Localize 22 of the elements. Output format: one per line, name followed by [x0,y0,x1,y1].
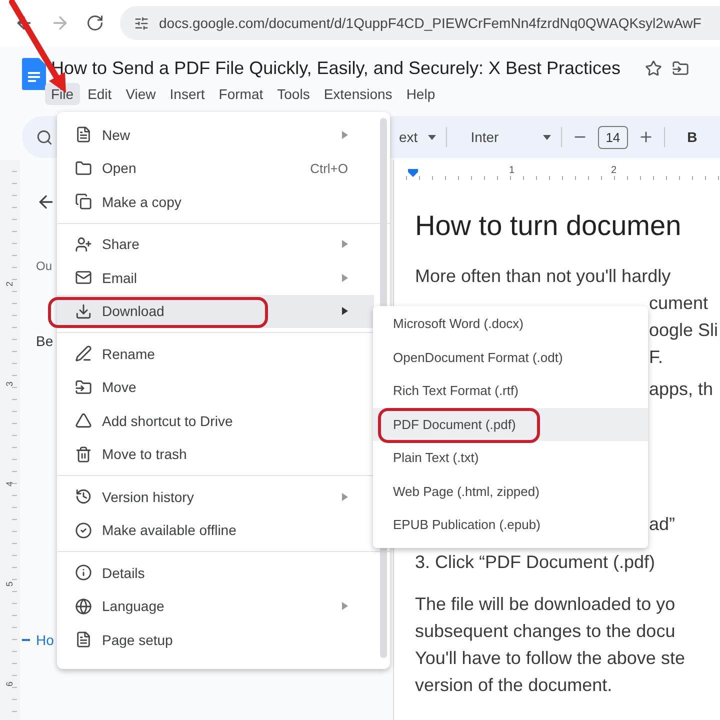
body-text-line: oogle Sli [649,319,718,342]
body-text-line: You'll have to follow the above ste [415,647,685,670]
body-text-line: 3. Click “PDF Document (.pdf) [415,551,656,574]
body-text-line: version of the document. [415,674,612,697]
ruler-number: 2 [611,164,618,176]
document-heading: How to turn documen [415,209,682,243]
body-text-line: More often than not you'll hardly [415,265,671,288]
body-text-line: cument [649,292,708,315]
ruler-number: 4 [4,482,16,486]
body-text-line: The file will be downloaded to yo [415,593,676,616]
url-text: docs.google.com/document/d/1QuppF4CD_PIEWCrFemNn4fzrdNq0QWAQKsyl2wAwF [159,15,702,31]
body-text-line: subsequent changes to the docu [415,620,676,643]
body-text-line: F. [649,346,664,369]
outline-label: Ou [36,259,52,273]
shortcut-label: Ctrl+O [310,160,348,176]
ruler-number: 5 [4,582,16,586]
ruler-number: 1 [509,164,516,176]
ruler-number: 3 [4,382,16,386]
body-text-line: apps, th [649,378,714,401]
ruler-number: 6 [4,682,16,686]
ruler-number: 2 [4,282,16,286]
body-text-line: ad” [649,513,676,536]
